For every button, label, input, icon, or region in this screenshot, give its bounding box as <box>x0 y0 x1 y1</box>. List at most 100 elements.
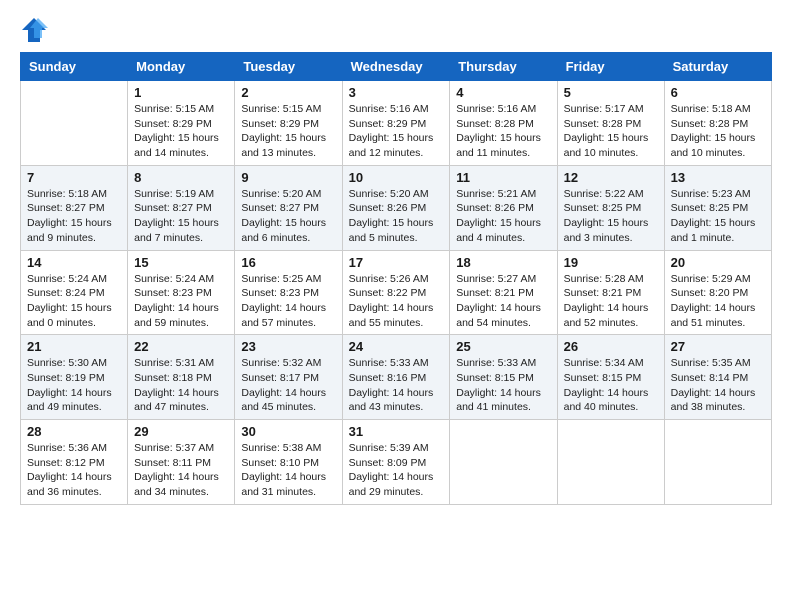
day-number: 2 <box>241 85 335 100</box>
day-number: 22 <box>134 339 228 354</box>
day-info: Sunrise: 5:20 AM Sunset: 8:27 PM Dayligh… <box>241 187 335 246</box>
logo <box>20 16 52 44</box>
calendar-cell: 30 Sunrise: 5:38 AM Sunset: 8:10 PM Dayli… <box>235 420 342 505</box>
day-number: 26 <box>564 339 658 354</box>
calendar-cell: 16 Sunrise: 5:25 AM Sunset: 8:23 PM Dayli… <box>235 250 342 335</box>
day-number: 27 <box>671 339 765 354</box>
day-number: 20 <box>671 255 765 270</box>
calendar-cell: 18 Sunrise: 5:27 AM Sunset: 8:21 PM Dayli… <box>450 250 557 335</box>
day-info: Sunrise: 5:36 AM Sunset: 8:12 PM Dayligh… <box>27 441 121 500</box>
day-of-week-header: Wednesday <box>342 53 450 81</box>
day-number: 31 <box>349 424 444 439</box>
day-of-week-header: Thursday <box>450 53 557 81</box>
day-info: Sunrise: 5:37 AM Sunset: 8:11 PM Dayligh… <box>134 441 228 500</box>
calendar-cell: 21 Sunrise: 5:30 AM Sunset: 8:19 PM Dayli… <box>21 335 128 420</box>
day-info: Sunrise: 5:20 AM Sunset: 8:26 PM Dayligh… <box>349 187 444 246</box>
day-info: Sunrise: 5:21 AM Sunset: 8:26 PM Dayligh… <box>456 187 550 246</box>
calendar-cell <box>21 81 128 166</box>
calendar-cell: 9 Sunrise: 5:20 AM Sunset: 8:27 PM Daylig… <box>235 165 342 250</box>
day-info: Sunrise: 5:32 AM Sunset: 8:17 PM Dayligh… <box>241 356 335 415</box>
day-info: Sunrise: 5:18 AM Sunset: 8:28 PM Dayligh… <box>671 102 765 161</box>
calendar-cell: 10 Sunrise: 5:20 AM Sunset: 8:26 PM Dayli… <box>342 165 450 250</box>
day-info: Sunrise: 5:39 AM Sunset: 8:09 PM Dayligh… <box>349 441 444 500</box>
day-of-week-header: Tuesday <box>235 53 342 81</box>
calendar-cell: 7 Sunrise: 5:18 AM Sunset: 8:27 PM Daylig… <box>21 165 128 250</box>
day-info: Sunrise: 5:27 AM Sunset: 8:21 PM Dayligh… <box>456 272 550 331</box>
calendar-cell: 23 Sunrise: 5:32 AM Sunset: 8:17 PM Dayli… <box>235 335 342 420</box>
day-info: Sunrise: 5:15 AM Sunset: 8:29 PM Dayligh… <box>134 102 228 161</box>
day-number: 17 <box>349 255 444 270</box>
calendar: SundayMondayTuesdayWednesdayThursdayFrid… <box>20 52 772 505</box>
calendar-cell: 28 Sunrise: 5:36 AM Sunset: 8:12 PM Dayli… <box>21 420 128 505</box>
day-number: 7 <box>27 170 121 185</box>
calendar-cell: 6 Sunrise: 5:18 AM Sunset: 8:28 PM Daylig… <box>664 81 771 166</box>
day-info: Sunrise: 5:25 AM Sunset: 8:23 PM Dayligh… <box>241 272 335 331</box>
calendar-cell: 20Sunrise: 5:29 AM Sunset: 8:20 PM Dayli… <box>664 250 771 335</box>
day-info: Sunrise: 5:33 AM Sunset: 8:15 PM Dayligh… <box>456 356 550 415</box>
day-info: Sunrise: 5:30 AM Sunset: 8:19 PM Dayligh… <box>27 356 121 415</box>
calendar-cell <box>664 420 771 505</box>
day-info: Sunrise: 5:24 AM Sunset: 8:23 PM Dayligh… <box>134 272 228 331</box>
day-number: 23 <box>241 339 335 354</box>
day-info: Sunrise: 5:16 AM Sunset: 8:29 PM Dayligh… <box>349 102 444 161</box>
day-info: Sunrise: 5:26 AM Sunset: 8:22 PM Dayligh… <box>349 272 444 331</box>
calendar-cell: 2 Sunrise: 5:15 AM Sunset: 8:29 PM Daylig… <box>235 81 342 166</box>
day-number: 18 <box>456 255 550 270</box>
calendar-cell <box>557 420 664 505</box>
day-info: Sunrise: 5:17 AM Sunset: 8:28 PM Dayligh… <box>564 102 658 161</box>
day-number: 5 <box>564 85 658 100</box>
calendar-cell: 3 Sunrise: 5:16 AM Sunset: 8:29 PM Daylig… <box>342 81 450 166</box>
day-info: Sunrise: 5:24 AM Sunset: 8:24 PM Dayligh… <box>27 272 121 331</box>
day-number: 13 <box>671 170 765 185</box>
calendar-cell: 4 Sunrise: 5:16 AM Sunset: 8:28 PM Daylig… <box>450 81 557 166</box>
calendar-cell: 13Sunrise: 5:23 AM Sunset: 8:25 PM Dayli… <box>664 165 771 250</box>
day-info: Sunrise: 5:34 AM Sunset: 8:15 PM Dayligh… <box>564 356 658 415</box>
day-info: Sunrise: 5:35 AM Sunset: 8:14 PM Dayligh… <box>671 356 765 415</box>
day-info: Sunrise: 5:38 AM Sunset: 8:10 PM Dayligh… <box>241 441 335 500</box>
day-number: 4 <box>456 85 550 100</box>
calendar-cell: 31 Sunrise: 5:39 AM Sunset: 8:09 PM Dayli… <box>342 420 450 505</box>
calendar-week-row: 7 Sunrise: 5:18 AM Sunset: 8:27 PM Daylig… <box>21 165 772 250</box>
day-info: Sunrise: 5:31 AM Sunset: 8:18 PM Dayligh… <box>134 356 228 415</box>
day-info: Sunrise: 5:16 AM Sunset: 8:28 PM Dayligh… <box>456 102 550 161</box>
calendar-cell: 17 Sunrise: 5:26 AM Sunset: 8:22 PM Dayli… <box>342 250 450 335</box>
day-number: 3 <box>349 85 444 100</box>
calendar-week-row: 1Sunrise: 5:15 AM Sunset: 8:29 PM Daylig… <box>21 81 772 166</box>
day-number: 12 <box>564 170 658 185</box>
calendar-cell: 5 Sunrise: 5:17 AM Sunset: 8:28 PM Daylig… <box>557 81 664 166</box>
logo-icon <box>20 16 48 44</box>
day-number: 28 <box>27 424 121 439</box>
day-number: 9 <box>241 170 335 185</box>
day-number: 15 <box>134 255 228 270</box>
day-of-week-header: Friday <box>557 53 664 81</box>
day-number: 6 <box>671 85 765 100</box>
calendar-cell: 19 Sunrise: 5:28 AM Sunset: 8:21 PM Dayli… <box>557 250 664 335</box>
day-info: Sunrise: 5:19 AM Sunset: 8:27 PM Dayligh… <box>134 187 228 246</box>
calendar-week-row: 28 Sunrise: 5:36 AM Sunset: 8:12 PM Dayli… <box>21 420 772 505</box>
day-number: 11 <box>456 170 550 185</box>
day-info: Sunrise: 5:18 AM Sunset: 8:27 PM Dayligh… <box>27 187 121 246</box>
calendar-cell: 8Sunrise: 5:19 AM Sunset: 8:27 PM Daylig… <box>128 165 235 250</box>
calendar-cell: 14Sunrise: 5:24 AM Sunset: 8:24 PM Dayli… <box>21 250 128 335</box>
day-of-week-header: Saturday <box>664 53 771 81</box>
day-number: 10 <box>349 170 444 185</box>
calendar-header-row: SundayMondayTuesdayWednesdayThursdayFrid… <box>21 53 772 81</box>
calendar-cell: 22 Sunrise: 5:31 AM Sunset: 8:18 PM Dayli… <box>128 335 235 420</box>
calendar-cell: 15 Sunrise: 5:24 AM Sunset: 8:23 PM Dayli… <box>128 250 235 335</box>
day-number: 21 <box>27 339 121 354</box>
calendar-cell: 11 Sunrise: 5:21 AM Sunset: 8:26 PM Dayli… <box>450 165 557 250</box>
day-number: 25 <box>456 339 550 354</box>
day-info: Sunrise: 5:15 AM Sunset: 8:29 PM Dayligh… <box>241 102 335 161</box>
day-number: 16 <box>241 255 335 270</box>
day-info: Sunrise: 5:22 AM Sunset: 8:25 PM Dayligh… <box>564 187 658 246</box>
day-number: 29 <box>134 424 228 439</box>
calendar-week-row: 14Sunrise: 5:24 AM Sunset: 8:24 PM Dayli… <box>21 250 772 335</box>
calendar-cell: 24Sunrise: 5:33 AM Sunset: 8:16 PM Dayli… <box>342 335 450 420</box>
day-of-week-header: Sunday <box>21 53 128 81</box>
calendar-cell: 26 Sunrise: 5:34 AM Sunset: 8:15 PM Dayli… <box>557 335 664 420</box>
day-info: Sunrise: 5:33 AM Sunset: 8:16 PM Dayligh… <box>349 356 444 415</box>
calendar-week-row: 21 Sunrise: 5:30 AM Sunset: 8:19 PM Dayli… <box>21 335 772 420</box>
day-info: Sunrise: 5:28 AM Sunset: 8:21 PM Dayligh… <box>564 272 658 331</box>
day-number: 19 <box>564 255 658 270</box>
day-number: 30 <box>241 424 335 439</box>
